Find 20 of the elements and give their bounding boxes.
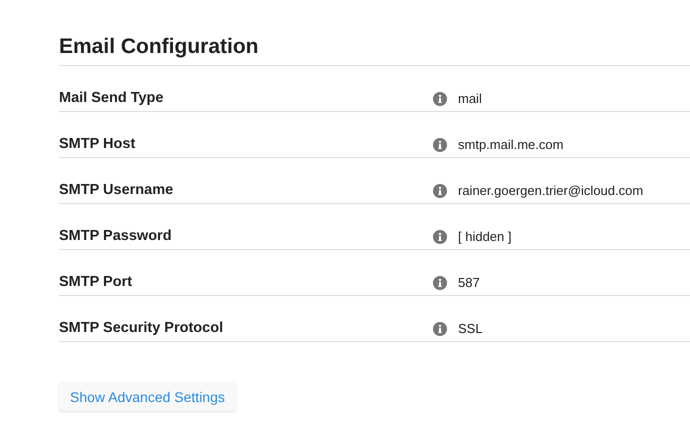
advanced-settings-button[interactable]: Show Advanced Settings	[59, 382, 236, 411]
setting-value: [ hidden ]	[458, 229, 512, 244]
setting-value: rainer.goergen.trier@icloud.com	[458, 183, 644, 198]
setting-value: smtp.mail.me.com	[458, 137, 564, 152]
info-icon[interactable]	[433, 230, 447, 244]
setting-label: SMTP Port	[59, 274, 134, 290]
info-icon[interactable]	[433, 92, 447, 106]
info-icon[interactable]	[433, 322, 447, 336]
setting-label: SMTP Security Protocol	[59, 320, 224, 336]
info-icon[interactable]	[433, 184, 447, 198]
setting-value: 587	[458, 275, 480, 290]
section-title: Email Configuration	[59, 33, 690, 66]
setting-label: Mail Send Type	[59, 90, 164, 106]
info-icon[interactable]	[433, 138, 447, 152]
setting-value: SSL	[458, 321, 483, 336]
setting-value: mail	[458, 91, 482, 106]
setting-label: SMTP Password	[59, 228, 173, 244]
setting-label: SMTP Host	[59, 136, 136, 152]
info-icon[interactable]	[433, 276, 447, 290]
setting-label: SMTP Username	[59, 182, 174, 198]
